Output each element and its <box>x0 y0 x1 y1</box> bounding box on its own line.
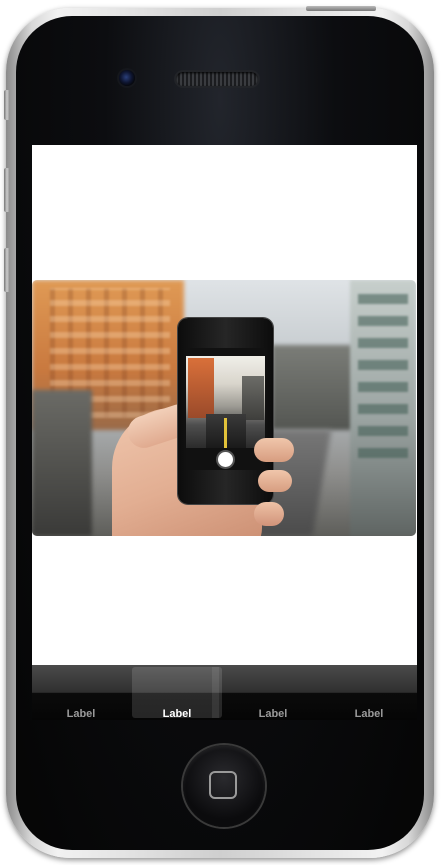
tab-item-2[interactable]: Label <box>129 665 225 720</box>
sleep-wake-button[interactable] <box>306 6 376 11</box>
tab-label: Label <box>354 708 384 720</box>
photo-shutter-icon <box>218 452 233 467</box>
volume-down-button[interactable] <box>4 248 10 292</box>
tab-item-1[interactable]: Label <box>33 665 129 720</box>
mute-switch[interactable] <box>4 90 10 120</box>
tab-item-4[interactable]: Label <box>321 665 417 720</box>
photo-held-phone-building <box>188 358 214 418</box>
photo-building-right-windows <box>358 288 408 458</box>
photo-finger <box>254 438 294 462</box>
front-camera-icon <box>119 70 135 86</box>
tab-label: Label <box>258 708 288 720</box>
home-button[interactable] <box>183 745 265 827</box>
home-square-icon <box>209 771 237 799</box>
earpiece-speaker <box>176 72 258 86</box>
photo-image <box>32 280 416 536</box>
tab-label: Label <box>66 708 96 720</box>
photo-building-center <box>272 345 357 430</box>
photo-building-shadow <box>32 390 92 536</box>
photo-finger-2 <box>258 470 292 492</box>
screen: Label Label Label Label <box>32 145 417 720</box>
photo-finger-3 <box>254 502 284 526</box>
tab-label: Label <box>162 708 192 720</box>
photo-held-phone-road-line <box>224 418 227 448</box>
volume-up-button[interactable] <box>4 168 10 212</box>
tab-item-3[interactable]: Label <box>225 665 321 720</box>
tab-bar: Label Label Label Label <box>32 665 417 720</box>
